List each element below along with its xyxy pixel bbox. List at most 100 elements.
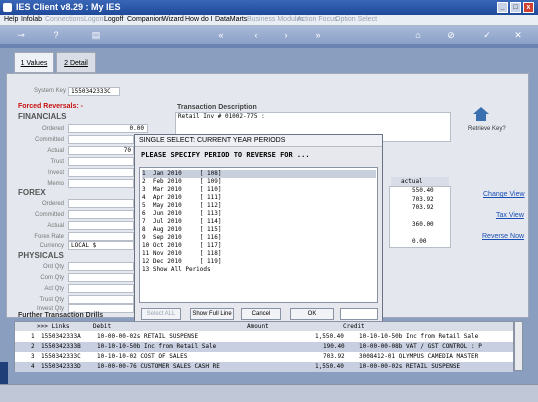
forex-rate-field[interactable] (68, 232, 134, 241)
menu-logoff[interactable]: Logoff (104, 16, 123, 23)
last-record-icon[interactable]: » (312, 29, 324, 41)
menu-connections[interactable]: Connections (45, 16, 84, 23)
table-row[interactable]: 4 1550342333D 10-00-00-76 CUSTOMER SALES… (15, 362, 513, 372)
forced-reversals-label: Forced Reversals: - (18, 103, 83, 110)
key-icon[interactable]: ⊸ (12, 29, 30, 41)
period-item[interactable]: 6 Jun 2010 [ 113] (142, 210, 376, 218)
menu-action-focus[interactable]: Action Focus (297, 16, 337, 23)
tax-view-link[interactable]: Tax View (496, 212, 524, 219)
reverse-now-link[interactable]: Reverse Now (482, 233, 524, 240)
row-link[interactable]: 1550342333B (41, 342, 81, 352)
close-button[interactable]: x (523, 2, 534, 13)
act-qty-field[interactable] (68, 284, 134, 293)
app-icon (3, 3, 12, 12)
row-link[interactable]: 1550342333C (41, 352, 81, 362)
ord-qty-field[interactable] (68, 262, 134, 271)
committed-label: Committed (34, 137, 64, 143)
tab-values[interactable]: 1 Values (14, 52, 54, 73)
forex-committed-field[interactable] (68, 210, 134, 219)
period-item[interactable]: 4 Apr 2010 [ 111] (142, 194, 376, 202)
menu-logon[interactable]: Logon (84, 16, 103, 23)
show-full-line-button[interactable]: Show Full Line (190, 308, 234, 320)
period-item[interactable]: 9 Sep 2010 [ 116] (142, 234, 376, 242)
menu-help[interactable]: Help (4, 16, 18, 23)
trust-qty-label: Trust Qty (39, 297, 64, 303)
status-bar (0, 384, 538, 402)
forex-committed-label: Committed (34, 212, 64, 218)
menu-wizard[interactable]: Wizard (162, 16, 184, 23)
period-item[interactable]: 7 Jul 2010 [ 114] (142, 218, 376, 226)
row-credit: 10-00-00-08b VAT / GST CONTROL : P (359, 343, 482, 350)
toolbar-divider (0, 44, 538, 48)
period-item[interactable]: 11 Nov 2010 [ 118] (142, 250, 376, 258)
print-icon[interactable]: ▤ (90, 29, 102, 41)
home-icon[interactable]: ⌂ (412, 29, 424, 41)
row-debit: 10-00-00-76 CUSTOMER SALES CASH RE (97, 363, 220, 370)
toolbar: ⊸ ? ▤ « ‹ › » ⌂ ⊘ ✓ ✕ (0, 26, 538, 44)
trust-qty-field[interactable] (68, 295, 134, 304)
table-row[interactable]: 1 1550342333A 10-00-00-02s RETAIL SUSPEN… (15, 332, 513, 342)
actual-field[interactable]: 70 (68, 146, 134, 155)
next-record-icon[interactable]: › (280, 29, 292, 41)
currency-field[interactable]: LOCAL $ (68, 241, 134, 250)
financials-heading: FINANCIALS (18, 112, 67, 121)
actual-value: 550.40 (412, 187, 434, 194)
ordered-field[interactable]: 0.00 (68, 124, 148, 133)
change-view-link[interactable]: Change View (483, 191, 525, 198)
period-item[interactable]: 10 Oct 2010 [ 117] (142, 242, 376, 250)
minimize-button[interactable]: _ (497, 2, 508, 13)
cancel-button[interactable]: Cancel (241, 308, 281, 320)
system-key-field[interactable]: 1550342333C (68, 87, 120, 96)
forex-rate-label: Forex Rate (34, 234, 64, 240)
period-item[interactable]: 13 Show All Periods (142, 266, 376, 274)
tab-detail[interactable]: 2 Detail (56, 52, 96, 73)
attach-icon[interactable]: ⊘ (445, 29, 457, 41)
period-item[interactable]: 1 Jan 2010 [ 108] (142, 170, 376, 178)
home-key-icon[interactable] (472, 106, 490, 122)
actual-value: 0.00 (412, 238, 427, 245)
accept-icon[interactable]: ✓ (481, 29, 493, 41)
memo-field[interactable] (68, 179, 134, 188)
menu-option-select[interactable]: Option Select (335, 16, 377, 23)
menu-companion[interactable]: Companion (127, 16, 163, 23)
amount-header: Amount (247, 323, 269, 330)
menu-infolab[interactable]: Infolab (21, 16, 42, 23)
previous-record-icon[interactable]: ‹ (250, 29, 262, 41)
period-item[interactable]: 2 Feb 2010 [ 109] (142, 178, 376, 186)
drills-grid-header: >>> Links Debit Amount Credit (15, 322, 513, 331)
actual-value: 360.00 (412, 221, 434, 228)
com-qty-field[interactable] (68, 273, 134, 282)
menu-how-do-i[interactable]: How do I (185, 16, 213, 23)
menu-business-modules[interactable]: Business Modules (247, 16, 304, 23)
menu-datamarts[interactable]: DataMarts (215, 16, 247, 23)
ok-button[interactable]: OK (290, 308, 334, 320)
period-item[interactable]: 8 Aug 2010 [ 115] (142, 226, 376, 234)
period-item[interactable]: 5 May 2010 [ 112] (142, 202, 376, 210)
forex-ordered-field[interactable] (68, 199, 134, 208)
period-list[interactable]: 1 Jan 2010 [ 108] 2 Feb 2010 [ 109] 3 Ma… (139, 167, 378, 303)
drills-scrollbar[interactable] (514, 321, 523, 371)
invest-field[interactable] (68, 168, 134, 177)
committed-field[interactable] (68, 135, 134, 144)
table-row[interactable]: 3 1550342333C 10-10-10-02 COST OF SALES … (15, 352, 513, 362)
row-link[interactable]: 1550342333A (41, 332, 81, 342)
act-qty-label: Act Qty (44, 286, 64, 292)
row-link[interactable]: 1550342333D (41, 362, 81, 372)
trust-field[interactable] (68, 157, 134, 166)
currency-label: Currency (39, 243, 64, 249)
first-record-icon[interactable]: « (215, 29, 227, 41)
cancel-icon[interactable]: ✕ (512, 29, 524, 41)
select-all-button[interactable]: Select ALL (141, 308, 181, 320)
forex-actual-field[interactable] (68, 221, 134, 230)
maximize-button[interactable]: □ (510, 2, 521, 13)
credit-header: Credit (343, 323, 365, 330)
period-item[interactable]: 12 Dec 2010 [ 119] (142, 258, 376, 266)
help-icon[interactable]: ? (50, 29, 62, 41)
table-row[interactable]: 2 1550342333B 10-10-10-50b Inc from Reta… (15, 342, 513, 352)
forex-actual-label: Actual (47, 223, 64, 229)
links-header: >>> Links (37, 323, 70, 330)
row-amount: 1,550.40 (315, 333, 344, 340)
retrieve-key-link[interactable]: Retrieve Key? (468, 126, 506, 132)
period-item[interactable]: 3 Mar 2010 [ 110] (142, 186, 376, 194)
row-amount: 190.40 (323, 343, 345, 350)
